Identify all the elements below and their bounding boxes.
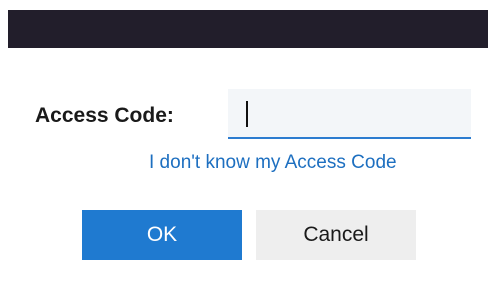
cancel-button[interactable]: Cancel: [256, 210, 416, 260]
forgot-access-code-link[interactable]: I don't know my Access Code: [149, 152, 397, 174]
access-code-label: Access Code:: [35, 104, 174, 127]
ok-button[interactable]: OK: [82, 210, 242, 260]
text-cursor: [246, 101, 248, 127]
access-code-dialog: Access Code: I don't know my Access Code…: [0, 48, 488, 290]
access-code-input[interactable]: [228, 89, 471, 137]
access-code-field-container[interactable]: [228, 89, 471, 139]
window-title-bar: [8, 10, 488, 48]
